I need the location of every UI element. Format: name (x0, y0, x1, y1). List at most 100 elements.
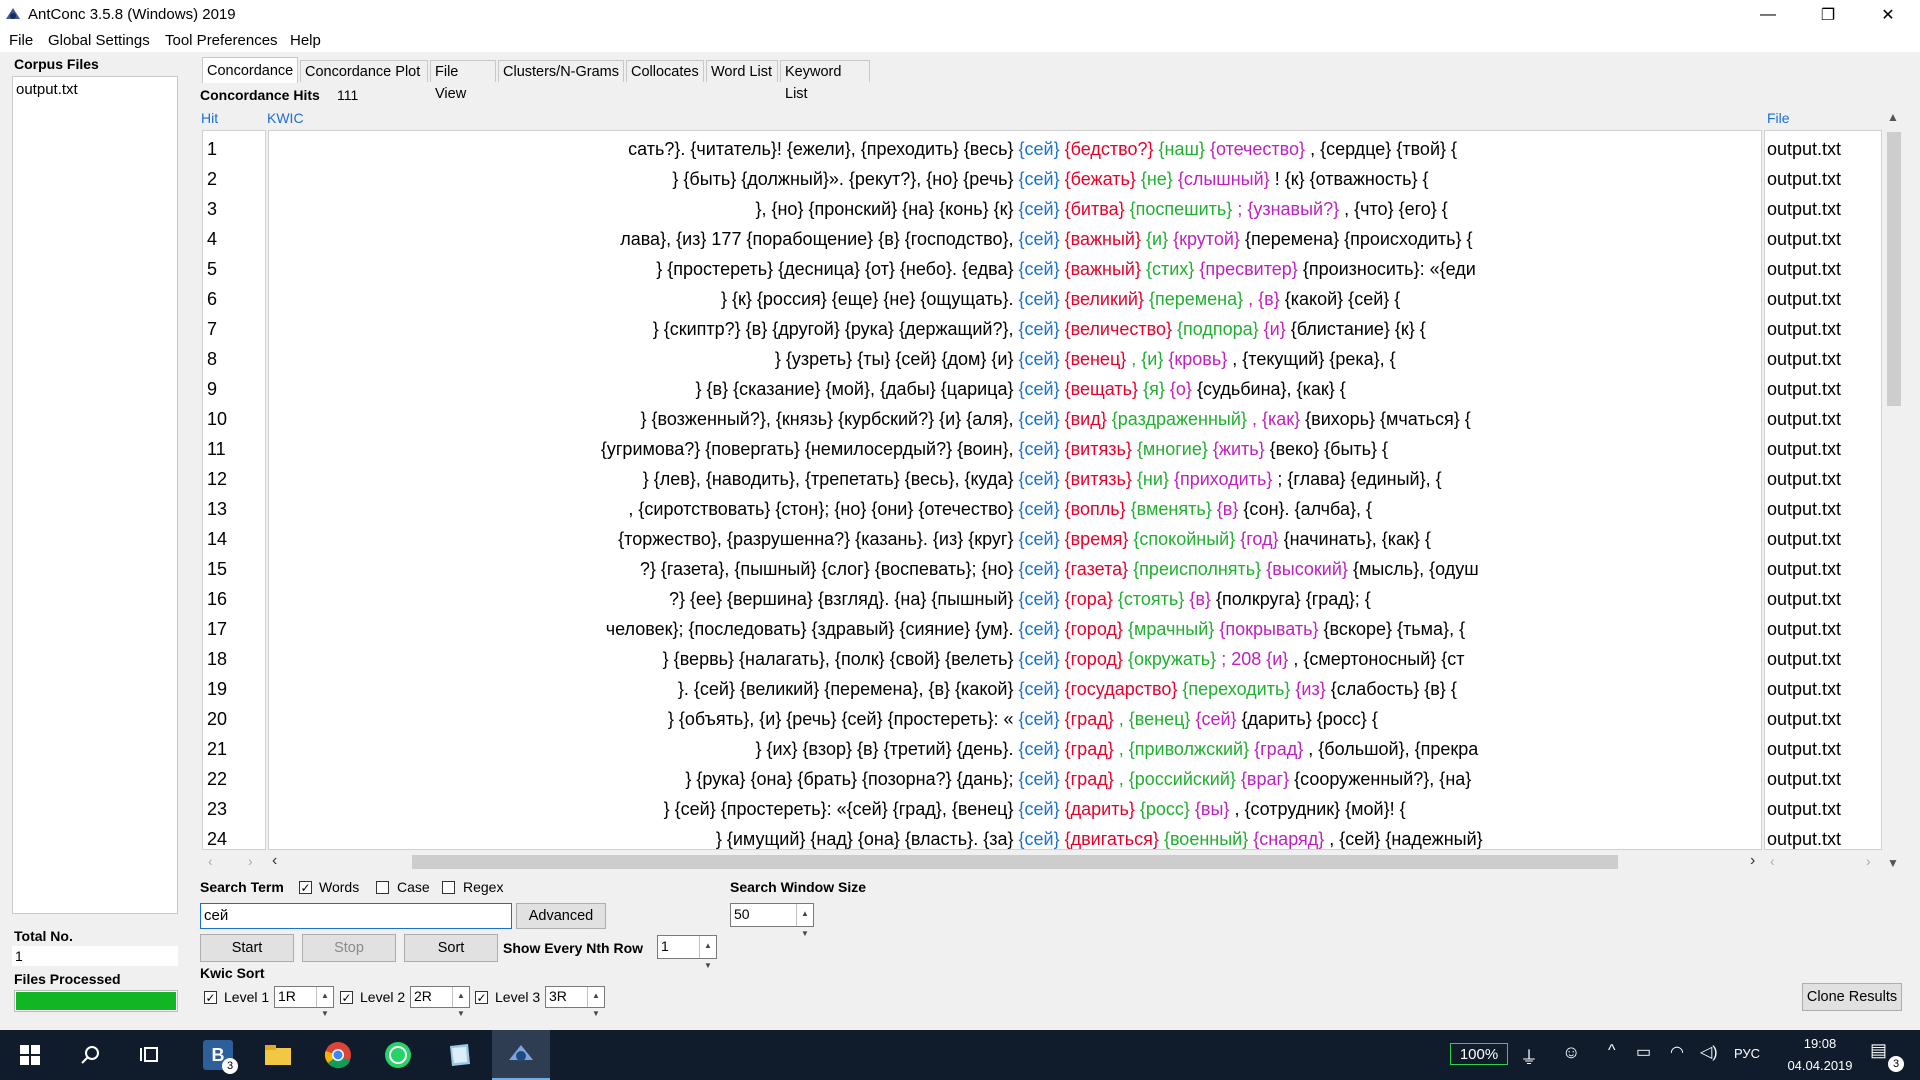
file-cell[interactable]: output.txt (1767, 199, 1841, 220)
kwic-line[interactable]: } {лев}, {наводить}, {трепетать} {весь},… (269, 469, 1761, 490)
kwic-search-term[interactable]: {сей} (1019, 769, 1060, 789)
file-cell[interactable]: output.txt (1767, 799, 1841, 820)
scroll-down-arrow-icon[interactable]: ▼ (1887, 856, 1899, 870)
battery-icon[interactable]: ▭ (1636, 1042, 1651, 1062)
kwic-line[interactable]: } {простереть} {десница} {от} {небо}. {е… (269, 259, 1761, 280)
kwic-search-term[interactable]: {сей} (1019, 619, 1060, 639)
advanced-button[interactable]: Advanced (516, 903, 606, 929)
file-cell[interactable]: output.txt (1767, 769, 1841, 790)
hit-number[interactable]: 2 (207, 169, 217, 190)
kwic-line[interactable]: , {сиротствовать} {стон}; {но} {они} {от… (269, 499, 1761, 520)
file-cell[interactable]: output.txt (1767, 439, 1841, 460)
tab-concordance-plot[interactable]: Concordance Plot (300, 60, 428, 82)
minimize-button[interactable]: — (1740, 0, 1796, 30)
hit-number[interactable]: 18 (207, 649, 227, 670)
kwic-search-term[interactable]: {сей} (1019, 439, 1060, 459)
kwic-line[interactable]: ?} {газета}, {пышный} {слог} {воспевать}… (269, 559, 1761, 580)
people-icon[interactable]: ☺ (1562, 1042, 1580, 1063)
sort-button[interactable]: Sort (404, 934, 498, 962)
close-button[interactable]: ✕ (1860, 0, 1916, 30)
regex-checkbox[interactable] (442, 881, 455, 894)
menu-tool-preferences[interactable]: Tool Preferences (165, 32, 278, 49)
kwic-search-term[interactable]: {сей} (1019, 169, 1060, 189)
kwic-search-term[interactable]: {сей} (1019, 139, 1060, 159)
hit-number[interactable]: 9 (207, 379, 217, 400)
kwic-search-term[interactable]: {сей} (1019, 829, 1060, 849)
tab-keyword-list[interactable]: Keyword List (780, 60, 870, 102)
show-hidden-icons-chevron-icon[interactable]: ^ (1608, 1042, 1616, 1060)
level-3-spinner[interactable]: ▲ ▼ (587, 987, 604, 1018)
volume-icon[interactable]: ◁) (1700, 1042, 1718, 1062)
antconc-taskbar-icon[interactable] (492, 1030, 550, 1080)
file-cell[interactable]: output.txt (1767, 619, 1841, 640)
kwic-line[interactable]: {угримова?} {повергать} {немилосердый?} … (269, 439, 1761, 460)
column-header-hit[interactable]: Hit (201, 110, 218, 126)
stop-button[interactable]: Stop (302, 934, 396, 962)
file-cell[interactable]: output.txt (1767, 709, 1841, 730)
scroll-left-arrow-icon[interactable]: ‹ (272, 852, 277, 870)
wifi-icon[interactable]: ◠ (1670, 1042, 1684, 1062)
scroll-right-arrow-icon[interactable]: › (248, 853, 253, 869)
kwic-search-term[interactable]: {сей} (1019, 409, 1060, 429)
level-2-checkbox[interactable]: ✓ (340, 991, 353, 1004)
kwic-search-term[interactable]: {сей} (1019, 799, 1060, 819)
kwic-line[interactable]: }, {но} {пронский} {на} {конь} {к} {сей}… (269, 199, 1761, 220)
spin-up-icon[interactable]: ▲ (321, 987, 329, 1005)
file-cell[interactable]: output.txt (1767, 589, 1841, 610)
file-cell[interactable]: output.txt (1767, 649, 1841, 670)
kwic-search-term[interactable]: {сей} (1019, 649, 1060, 669)
tab-concordance[interactable]: Concordance (202, 57, 298, 83)
kwic-line[interactable]: } {в} {сказание} {мой}, {дабы} {царица} … (269, 379, 1761, 400)
file-explorer-icon[interactable] (250, 1030, 306, 1080)
tab-word-list[interactable]: Word List (706, 60, 778, 82)
tab-file-view[interactable]: File View (430, 60, 496, 102)
hit-number[interactable]: 5 (207, 259, 217, 280)
spin-down-icon[interactable]: ▼ (704, 956, 712, 976)
level-3-checkbox[interactable]: ✓ (475, 991, 488, 1004)
clone-results-button[interactable]: Clone Results (1802, 983, 1902, 1011)
level-1-field[interactable]: 1R ▲ ▼ (274, 986, 334, 1018)
scroll-up-arrow-icon[interactable]: ▲ (1887, 110, 1899, 124)
hit-column[interactable]: 1 2 3 4 5 6 7 8 9 10 11 12 13 14 15 16 17 18 19 20 21 22 23 24 (202, 130, 266, 850)
level-3-field[interactable]: 3R ▲ ▼ (545, 986, 605, 1018)
file-cell[interactable]: output.txt (1767, 559, 1841, 580)
file-cell[interactable]: output.txt (1767, 469, 1841, 490)
clock-time[interactable]: 19:08 (1780, 1036, 1860, 1051)
kwic-line[interactable]: } {рука} {она} {брать} {позорна?} {дань}… (269, 769, 1761, 790)
hit-number[interactable]: 22 (207, 769, 227, 790)
kwic-line[interactable]: } {скиптр?} {в} {другой} {рука} {держащи… (269, 319, 1761, 340)
kwic-column[interactable]: сать?}. {читатель}! {ежели}, {преходить}… (268, 130, 1762, 850)
task-view-icon[interactable] (122, 1030, 178, 1080)
whatsapp-icon[interactable] (370, 1030, 426, 1080)
tab-collocates[interactable]: Collocates (626, 60, 704, 82)
restore-button[interactable]: ❐ (1800, 0, 1856, 30)
horizontal-scroll-thumb[interactable] (412, 855, 1618, 869)
file-cell[interactable]: output.txt (1767, 379, 1841, 400)
hit-number[interactable]: 3 (207, 199, 217, 220)
nth-row-spinner[interactable]: ▲ ▼ (699, 936, 716, 970)
kwic-line[interactable]: } {их} {взор} {в} {третий} {день}. {сей}… (269, 739, 1761, 760)
spin-up-icon[interactable]: ▲ (457, 987, 465, 1005)
scroll-right-arrow-icon[interactable]: › (1750, 852, 1755, 870)
hit-number[interactable]: 7 (207, 319, 217, 340)
kwic-horizontal-scrollbar[interactable]: ‹ › (268, 852, 1762, 872)
hit-number[interactable]: 11 (207, 439, 226, 460)
hit-number[interactable]: 1 (207, 139, 217, 160)
battery-percent-badge[interactable]: 100% (1450, 1043, 1508, 1065)
kwic-line[interactable]: } {вервь} {налагать}, {полк} {свой} {вел… (269, 649, 1761, 670)
kwic-search-term[interactable]: {сей} (1019, 229, 1060, 249)
kwic-line[interactable]: } {к} {россия} {еще} {не} {ощущать}. {се… (269, 289, 1761, 310)
kwic-line[interactable]: } {быть} {должный}». {рекут?}, {но} {реч… (269, 169, 1761, 190)
language-indicator[interactable]: РУС (1734, 1046, 1760, 1061)
search-input[interactable]: сей (200, 903, 512, 929)
menu-global-settings[interactable]: Global Settings (48, 32, 150, 49)
hit-number[interactable]: 17 (207, 619, 227, 640)
file-cell[interactable]: output.txt (1767, 139, 1841, 160)
windows-start-icon[interactable] (2, 1030, 58, 1080)
window-size-spinner[interactable]: ▲ ▼ (796, 904, 813, 938)
vertical-scroll-thumb[interactable] (1887, 132, 1901, 406)
spin-down-icon[interactable]: ▼ (592, 1005, 600, 1023)
kwic-search-term[interactable]: {сей} (1019, 739, 1060, 759)
search-icon[interactable] (62, 1030, 118, 1080)
hit-number[interactable]: 19 (207, 679, 227, 700)
